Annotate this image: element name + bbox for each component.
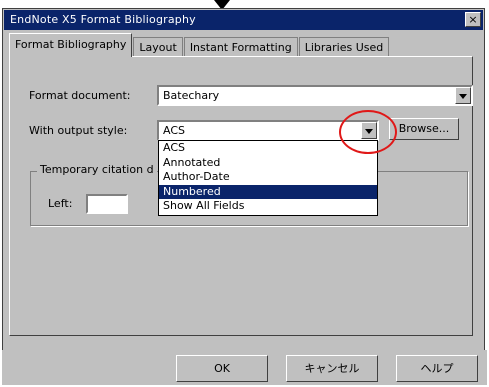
title-bar: EndNote X5 Format Bibliography × xyxy=(4,10,483,30)
chevron-down-icon xyxy=(459,94,467,99)
format-document-dropdown-button[interactable] xyxy=(455,87,471,104)
help-button[interactable]: ヘルプ xyxy=(396,355,478,382)
format-document-value: Batechary xyxy=(163,89,220,102)
browse-button[interactable]: Browse... xyxy=(389,118,459,140)
tab-strip: Format Bibliography Layout Instant Forma… xyxy=(9,33,390,57)
dropdown-option-author-date[interactable]: Author-Date xyxy=(159,170,377,185)
temporary-citation-group-label: Temporary citation d xyxy=(37,163,157,176)
tab-layout[interactable]: Layout xyxy=(133,37,183,57)
output-style-label: With output style: xyxy=(29,124,128,137)
tab-instant-formatting[interactable]: Instant Formatting xyxy=(183,37,298,57)
dropdown-option-annotated[interactable]: Annotated xyxy=(159,156,377,171)
left-delimiter-label: Left: xyxy=(48,197,73,210)
dialog-title: EndNote X5 Format Bibliography xyxy=(10,13,196,26)
format-document-label: Format document: xyxy=(29,89,131,102)
close-button[interactable]: × xyxy=(465,12,481,27)
tab-format-bibliography[interactable]: Format Bibliography xyxy=(9,33,133,57)
output-style-value: ACS xyxy=(163,124,185,137)
left-delimiter-input[interactable] xyxy=(86,194,128,214)
ok-button[interactable]: OK xyxy=(176,355,268,382)
dropdown-option-show-all-fields[interactable]: Show All Fields xyxy=(159,199,377,214)
close-icon: × xyxy=(468,13,478,26)
highlight-circle-annotation xyxy=(339,110,397,154)
cancel-button[interactable]: キャンセル xyxy=(286,355,378,382)
dropdown-option-numbered[interactable]: Numbered xyxy=(159,184,377,199)
format-document-select[interactable]: Batechary xyxy=(157,85,473,106)
output-style-dropdown-list: ACS Annotated Author-Date Numbered Show … xyxy=(158,140,378,216)
tab-libraries-used[interactable]: Libraries Used xyxy=(298,37,390,57)
